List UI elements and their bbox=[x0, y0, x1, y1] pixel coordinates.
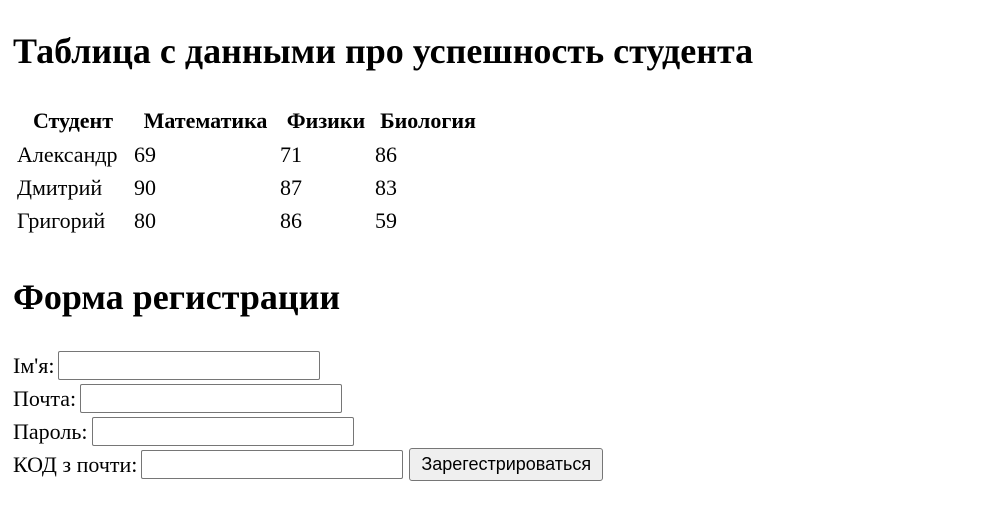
register-button[interactable]: Зарегестрироваться bbox=[409, 448, 604, 481]
physics-grade-cell: 86 bbox=[280, 208, 302, 233]
email-code-input[interactable] bbox=[141, 450, 404, 479]
table-row: Дмитрий 90 87 83 bbox=[15, 171, 481, 204]
form-row-email: Почта: bbox=[13, 382, 603, 415]
form-row-password: Пароль: bbox=[13, 415, 603, 448]
student-name-cell: Дмитрий bbox=[17, 175, 103, 200]
column-header-physics: Физики bbox=[286, 108, 366, 133]
email-code-label: КОД з почти: bbox=[13, 451, 138, 477]
physics-grade-cell: 87 bbox=[280, 175, 302, 200]
student-name-cell: Григорий bbox=[17, 208, 106, 233]
column-header-biology: Биология bbox=[380, 108, 476, 133]
table-header-row: Студент Математика Физики Биология bbox=[15, 104, 481, 138]
column-header-math: Математика bbox=[143, 108, 268, 133]
table-heading: Таблица с данными про успешность студент… bbox=[13, 31, 754, 71]
math-grade-cell: 69 bbox=[134, 142, 156, 167]
table-row: Александр 69 71 86 bbox=[15, 138, 481, 171]
biology-grade-cell: 83 bbox=[375, 175, 397, 200]
physics-grade-cell: 71 bbox=[280, 142, 302, 167]
math-grade-cell: 90 bbox=[134, 175, 156, 200]
email-label: Почта: bbox=[13, 385, 77, 411]
registration-form: Ім'я: Почта: Пароль: КОД з почти: Зареге… bbox=[13, 349, 604, 481]
form-row-code: КОД з почти: Зарегестрироваться bbox=[13, 448, 604, 481]
column-header-student: Студент bbox=[32, 108, 114, 133]
form-heading: Форма регистрации bbox=[13, 277, 341, 317]
password-input[interactable] bbox=[91, 417, 354, 446]
biology-grade-cell: 59 bbox=[375, 208, 397, 233]
password-label: Пароль: bbox=[13, 418, 88, 444]
email-input[interactable] bbox=[80, 384, 343, 413]
student-name-cell: Александр bbox=[17, 142, 118, 167]
name-label: Ім'я: bbox=[13, 352, 55, 378]
math-grade-cell: 80 bbox=[134, 208, 156, 233]
biology-grade-cell: 86 bbox=[375, 142, 397, 167]
name-input[interactable] bbox=[58, 351, 321, 380]
form-row-name: Ім'я: bbox=[13, 349, 603, 382]
table-row: Григорий 80 86 59 bbox=[15, 204, 481, 237]
grades-table: Студент Математика Физики Биология Алекс… bbox=[12, 104, 484, 237]
